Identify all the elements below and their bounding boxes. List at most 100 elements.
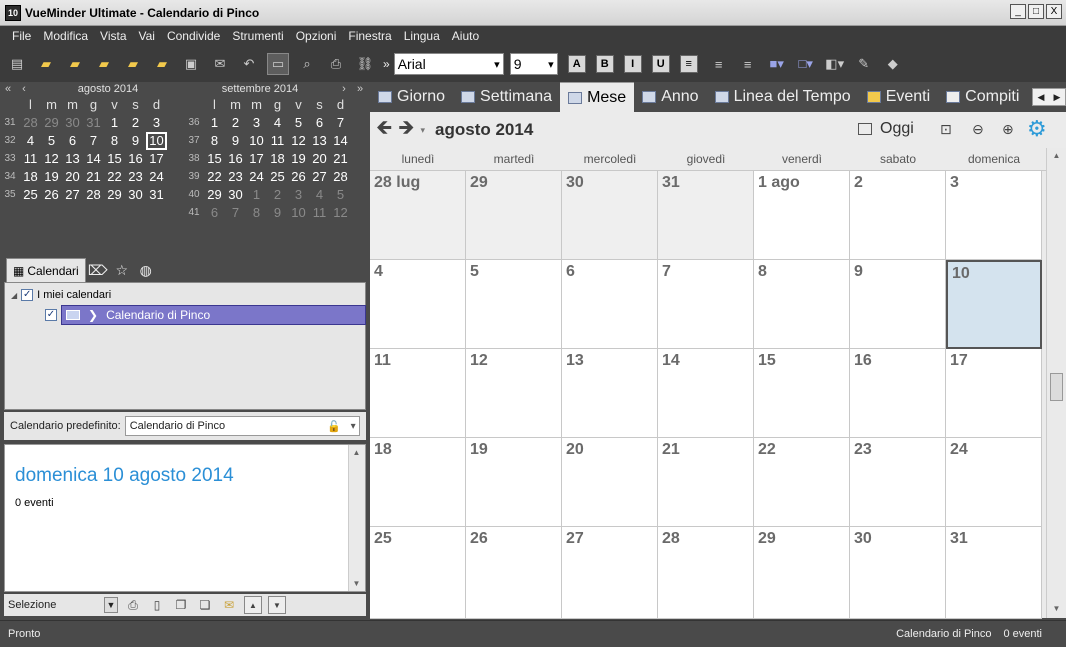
day-cell-today[interactable]: 10: [946, 260, 1042, 349]
mini-day[interactable]: 9: [125, 132, 146, 150]
toolbar-overflow-icon[interactable]: »: [383, 57, 390, 71]
calendar-checkbox[interactable]: ✓: [45, 309, 57, 321]
mini-day[interactable]: 20: [309, 150, 330, 168]
mini-day[interactable]: 6: [309, 114, 330, 132]
day-cell[interactable]: 2: [850, 171, 946, 260]
bold-button[interactable]: B: [595, 55, 614, 73]
mini-day[interactable]: 8: [204, 132, 225, 150]
next-year-icon[interactable]: »: [352, 83, 368, 95]
day-cell[interactable]: 23: [850, 438, 946, 527]
next-month-icon[interactable]: ›: [336, 83, 352, 95]
tab-eventi[interactable]: Eventi: [859, 82, 938, 112]
mini-day[interactable]: 3: [288, 186, 309, 204]
today-button[interactable]: Oggi: [858, 120, 914, 138]
minimize-button[interactable]: _: [1010, 4, 1026, 19]
mini-day[interactable]: 26: [41, 186, 62, 204]
fill-color-icon[interactable]: ■▾: [766, 53, 788, 75]
day-cell[interactable]: 8: [754, 260, 850, 349]
book-icon[interactable]: ▯: [148, 596, 166, 614]
tab-scroll-left-icon[interactable]: ◀: [1038, 92, 1045, 103]
week-number[interactable]: 32: [0, 132, 20, 150]
day-cell[interactable]: 16: [850, 349, 946, 438]
day-cell[interactable]: 17: [946, 349, 1042, 438]
day-cell[interactable]: 7: [658, 260, 754, 349]
mini-day-today[interactable]: 10: [146, 132, 167, 150]
scroll-up-icon[interactable]: ▲: [349, 445, 364, 460]
mini-day[interactable]: 18: [267, 150, 288, 168]
mini-day[interactable]: 12: [330, 204, 351, 222]
tab-mese[interactable]: Mese: [560, 82, 635, 112]
day-cell[interactable]: 6: [562, 260, 658, 349]
week-number[interactable]: 38: [184, 150, 204, 168]
tag-icon[interactable]: ⌦: [86, 258, 110, 282]
root-checkbox[interactable]: ✓: [21, 289, 34, 301]
week-number[interactable]: 41: [184, 204, 204, 222]
export-icon[interactable]: ▰: [93, 53, 115, 75]
brush-icon[interactable]: ✎: [853, 53, 875, 75]
day-cell[interactable]: 27: [562, 527, 658, 619]
mini-day[interactable]: 15: [104, 150, 125, 168]
underline-button[interactable]: U: [651, 55, 670, 73]
mini-day[interactable]: 12: [41, 150, 62, 168]
star-icon[interactable]: ☆: [110, 258, 134, 282]
day-cell[interactable]: 4: [370, 260, 466, 349]
align-right-icon[interactable]: ≡: [737, 53, 759, 75]
mini-day[interactable]: 7: [83, 132, 104, 150]
mini-day[interactable]: 4: [20, 132, 41, 150]
close-button[interactable]: X: [1046, 4, 1062, 19]
mini-day[interactable]: 29: [41, 114, 62, 132]
menu-modifica[interactable]: Modifica: [37, 27, 94, 45]
mini-day[interactable]: 16: [125, 150, 146, 168]
expand-icon[interactable]: ◢: [11, 291, 17, 300]
week-number[interactable]: 31: [0, 114, 20, 132]
mini-day[interactable]: 6: [62, 132, 83, 150]
selected-calendar[interactable]: ❯ Calendario di Pinco: [61, 305, 366, 325]
mini-day[interactable]: 5: [288, 114, 309, 132]
mini-day[interactable]: 27: [309, 168, 330, 186]
border-style-icon[interactable]: ◧▾: [824, 53, 846, 75]
week-number[interactable]: 39: [184, 168, 204, 186]
gear-icon[interactable]: ⚙: [1027, 116, 1047, 142]
menu-aiuto[interactable]: Aiuto: [446, 27, 485, 45]
mini-day[interactable]: 18: [20, 168, 41, 186]
mini-day[interactable]: 10: [288, 204, 309, 222]
mini-day[interactable]: 24: [246, 168, 267, 186]
detail-scrollbar[interactable]: ▲ ▼: [348, 445, 365, 591]
mini-day[interactable]: 13: [309, 132, 330, 150]
mini-day[interactable]: 29: [204, 186, 225, 204]
day-cell[interactable]: 21: [658, 438, 754, 527]
lock-icon[interactable]: 🔓: [327, 420, 341, 433]
mini-day[interactable]: 21: [330, 150, 351, 168]
align-center-icon[interactable]: ≡: [708, 53, 730, 75]
maximize-button[interactable]: □: [1028, 4, 1044, 19]
mini-day[interactable]: 30: [125, 186, 146, 204]
mini-day[interactable]: 28: [20, 114, 41, 132]
mini-day[interactable]: 2: [125, 114, 146, 132]
mini-day[interactable]: 30: [225, 186, 246, 204]
prev-month-icon[interactable]: ‹: [16, 83, 32, 95]
copy-icon[interactable]: ❐: [172, 596, 190, 614]
prev-month-arrow-icon[interactable]: 🡸: [376, 113, 392, 147]
week-number[interactable]: 37: [184, 132, 204, 150]
mini-day[interactable]: 23: [125, 168, 146, 186]
week-number[interactable]: 34: [0, 168, 20, 186]
mini-day[interactable]: 25: [20, 186, 41, 204]
mini-day[interactable]: 16: [225, 150, 246, 168]
menu-file[interactable]: File: [6, 27, 37, 45]
scroll-down-icon[interactable]: ▼: [1049, 601, 1064, 616]
mini-day[interactable]: 22: [204, 168, 225, 186]
paste-icon[interactable]: ❏: [196, 596, 214, 614]
tab-giorno[interactable]: Giorno: [370, 82, 453, 112]
menu-vista[interactable]: Vista: [94, 27, 132, 45]
mini-day[interactable]: 4: [309, 186, 330, 204]
day-cell[interactable]: 26: [466, 527, 562, 619]
print-icon[interactable]: ⎙: [124, 596, 142, 614]
mini-day[interactable]: 2: [267, 186, 288, 204]
mini-day[interactable]: 3: [246, 114, 267, 132]
mini-day[interactable]: 26: [288, 168, 309, 186]
border-color-icon[interactable]: □▾: [795, 53, 817, 75]
undo-icon[interactable]: ↶: [238, 53, 260, 75]
italic-button[interactable]: I: [623, 55, 642, 73]
mini-day[interactable]: 13: [62, 150, 83, 168]
mini-day[interactable]: 11: [309, 204, 330, 222]
